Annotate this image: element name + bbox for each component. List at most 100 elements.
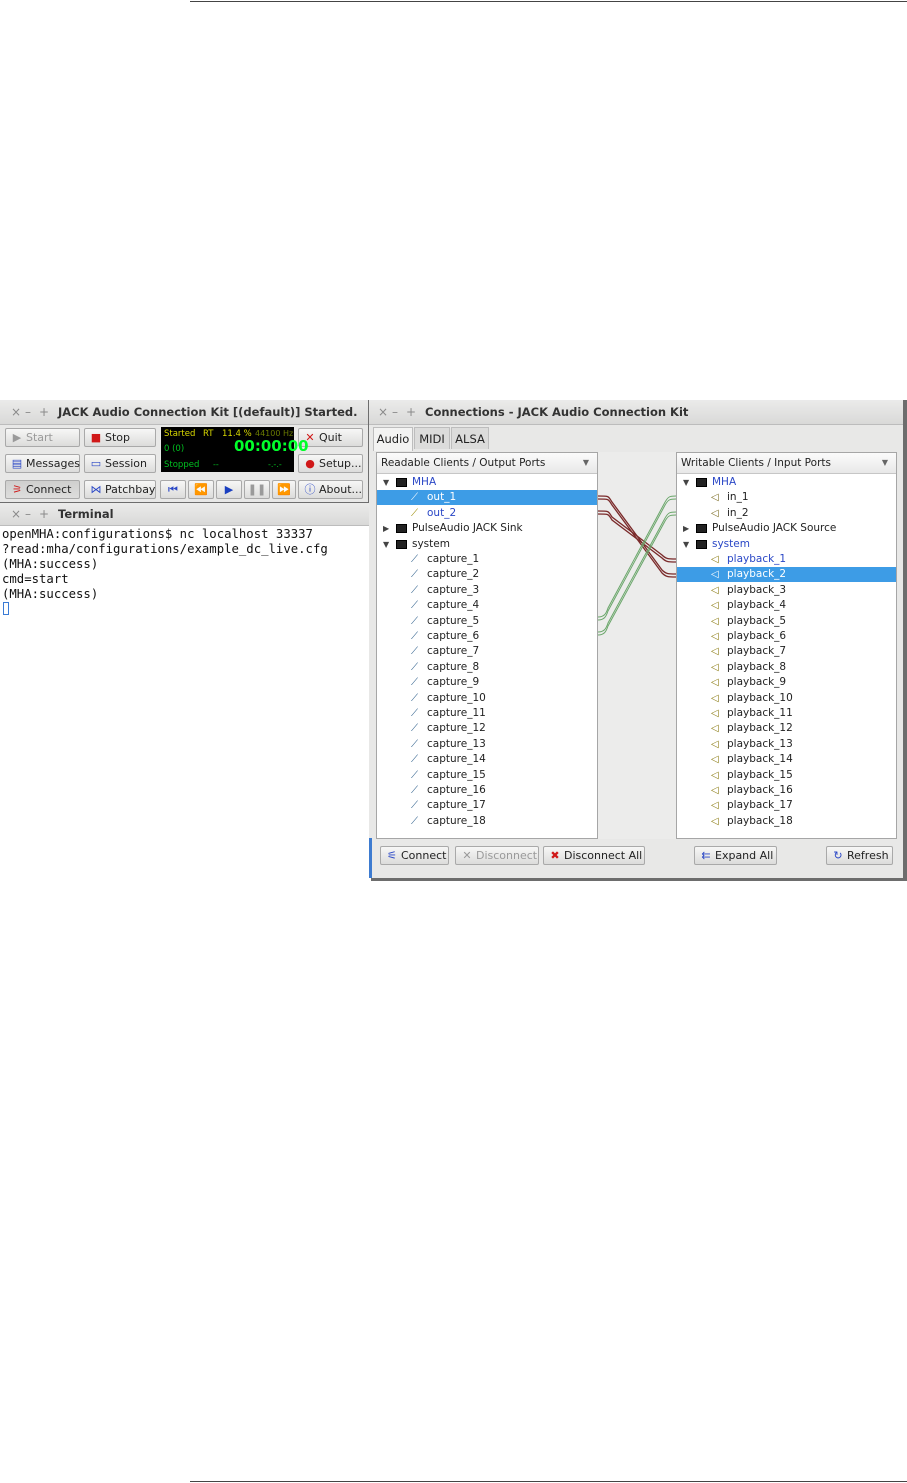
port-row[interactable]: ⟋ out_2 <box>377 506 597 521</box>
port-row[interactable]: ◁ playback_17 <box>677 798 896 813</box>
fast-forward-button[interactable]: ⏩ <box>272 480 296 499</box>
client-icon <box>396 539 407 549</box>
port-label: playback_18 <box>727 814 793 827</box>
server-state: Started <box>164 429 196 439</box>
messages-icon: ▤ <box>11 457 23 470</box>
maximize-icon[interactable]: + <box>39 400 49 424</box>
input-port-icon: ◁ <box>711 677 719 689</box>
minimize-icon[interactable]: – <box>25 400 31 424</box>
close-icon[interactable]: × <box>378 400 388 424</box>
disconnect-all-button[interactable]: ✖ Disconnect All <box>543 846 645 865</box>
port-row[interactable]: ◁ playback_9 <box>677 675 896 690</box>
port-row[interactable]: ⟋ capture_4 <box>377 598 597 613</box>
port-row[interactable]: ◁ playback_15 <box>677 768 896 783</box>
maximize-icon[interactable]: + <box>39 503 49 525</box>
rewind-start-button[interactable]: ⏮ <box>160 480 186 499</box>
link-out1-playback2-b <box>598 498 676 578</box>
port-label: playback_11 <box>727 707 793 719</box>
port-row[interactable]: ⟋ capture_10 <box>377 691 597 706</box>
port-row[interactable]: ⟋ capture_13 <box>377 737 597 752</box>
disconnect-button[interactable]: ✕ Disconnect <box>455 846 539 865</box>
expanded-arrow-icon[interactable]: ▼ <box>683 475 689 490</box>
minimize-icon[interactable]: – <box>25 503 31 525</box>
pause-button[interactable]: ❚❚ <box>244 480 270 499</box>
close-icon[interactable]: × <box>11 503 21 525</box>
connect-ports-button[interactable]: ⚟ Connect <box>380 846 449 865</box>
play-button[interactable]: ▶ <box>216 480 242 499</box>
port-row[interactable]: ◁ playback_18 <box>677 814 896 829</box>
port-row[interactable]: ◁ playback_7 <box>677 644 896 659</box>
client-row[interactable]: ▶ PulseAudio JACK Source <box>677 521 896 536</box>
about-button[interactable]: ⓘ About... <box>298 480 363 499</box>
port-row[interactable]: ⟋ capture_5 <box>377 614 597 629</box>
readable-clients-combo[interactable]: Readable Clients / Output Ports ▼ <box>377 453 597 474</box>
port-row[interactable]: ⟋ capture_17 <box>377 798 597 813</box>
port-row[interactable]: ◁ in_2 <box>677 506 896 521</box>
tab-midi[interactable]: MIDI <box>414 427 450 449</box>
client-row[interactable]: ▶ PulseAudio JACK Sink <box>377 521 597 536</box>
input-port-icon: ◁ <box>711 492 719 504</box>
client-row[interactable]: ▼ system <box>677 537 896 552</box>
port-label: capture_11 <box>427 707 486 719</box>
port-row[interactable]: ◁ playback_12 <box>677 721 896 736</box>
start-button[interactable]: ▶ Start <box>5 428 80 447</box>
writable-clients-combo[interactable]: Writable Clients / Input Ports ▼ <box>677 453 896 474</box>
port-row[interactable]: ◁ in_1 <box>677 490 896 505</box>
refresh-button[interactable]: ↻ Refresh <box>826 846 893 865</box>
port-row[interactable]: ⟋ capture_16 <box>377 783 597 798</box>
input-port-icon: ◁ <box>711 615 719 627</box>
port-row[interactable]: ⟋ capture_18 <box>377 814 597 829</box>
port-row[interactable]: ◁ playback_14 <box>677 752 896 767</box>
port-row[interactable]: ◁ playback_2 <box>677 567 896 583</box>
port-row[interactable]: ◁ playback_10 <box>677 691 896 706</box>
client-row[interactable]: ▼ system <box>377 537 597 552</box>
port-row[interactable]: ⟋ capture_12 <box>377 721 597 736</box>
port-row[interactable]: ⟋ capture_14 <box>377 752 597 767</box>
maximize-icon[interactable]: + <box>406 400 416 424</box>
close-icon[interactable]: × <box>11 400 21 424</box>
session-button[interactable]: ▭ Session <box>84 454 156 473</box>
port-row[interactable]: ◁ playback_8 <box>677 660 896 675</box>
expanded-arrow-icon[interactable]: ▼ <box>383 537 389 552</box>
port-row[interactable]: ⟋ capture_15 <box>377 768 597 783</box>
rewind-button[interactable]: ⏪ <box>188 480 214 499</box>
input-port-icon: ◁ <box>711 738 719 750</box>
port-label: capture_12 <box>427 722 486 735</box>
setup-button[interactable]: ● Setup... <box>298 454 363 473</box>
stop-button[interactable]: ■ Stop <box>84 428 156 447</box>
port-row[interactable]: ⟋ capture_11 <box>377 706 597 721</box>
port-row[interactable]: ⟋ capture_6 <box>377 629 597 644</box>
expand-all-button[interactable]: ⇇ Expand All <box>694 846 777 865</box>
connect-button[interactable]: ⚞ Connect <box>5 480 80 499</box>
client-label: MHA <box>712 476 737 488</box>
port-row[interactable]: ⟋ capture_9 <box>377 675 597 690</box>
port-label: playback_15 <box>727 768 793 781</box>
rewind-icon: ⏪ <box>194 483 208 496</box>
tab-audio[interactable]: Audio <box>373 427 413 451</box>
port-row[interactable]: ⟋ capture_3 <box>377 583 597 598</box>
minimize-icon[interactable]: – <box>392 400 398 424</box>
collapsed-arrow-icon[interactable]: ▶ <box>683 521 689 536</box>
port-row[interactable]: ⟋ capture_8 <box>377 660 597 675</box>
tab-alsa[interactable]: ALSA <box>451 427 489 449</box>
port-row[interactable]: ⟋ capture_2 <box>377 567 597 582</box>
messages-button[interactable]: ▤ Messages <box>5 454 80 473</box>
port-row[interactable]: ⟋ capture_1 <box>377 552 597 567</box>
port-row[interactable]: ◁ playback_11 <box>677 706 896 721</box>
client-row[interactable]: ▼ MHA <box>377 475 597 490</box>
stop-icon: ■ <box>90 431 102 444</box>
expanded-arrow-icon[interactable]: ▼ <box>683 537 689 552</box>
port-row[interactable]: ◁ playback_6 <box>677 629 896 644</box>
port-row[interactable]: ◁ playback_5 <box>677 614 896 629</box>
port-row[interactable]: ◁ playback_16 <box>677 783 896 798</box>
port-row[interactable]: ◁ playback_3 <box>677 583 896 598</box>
client-row[interactable]: ▼ MHA <box>677 475 896 490</box>
port-row[interactable]: ⟋ capture_7 <box>377 644 597 659</box>
port-row[interactable]: ◁ playback_13 <box>677 737 896 752</box>
port-row[interactable]: ◁ playback_1 <box>677 552 896 567</box>
patchbay-button[interactable]: ⋈ Patchbay <box>84 480 156 499</box>
port-row[interactable]: ◁ playback_4 <box>677 598 896 613</box>
collapsed-arrow-icon[interactable]: ▶ <box>383 521 389 536</box>
expanded-arrow-icon[interactable]: ▼ <box>383 475 389 490</box>
port-row[interactable]: ⟋ out_1 <box>377 490 597 506</box>
